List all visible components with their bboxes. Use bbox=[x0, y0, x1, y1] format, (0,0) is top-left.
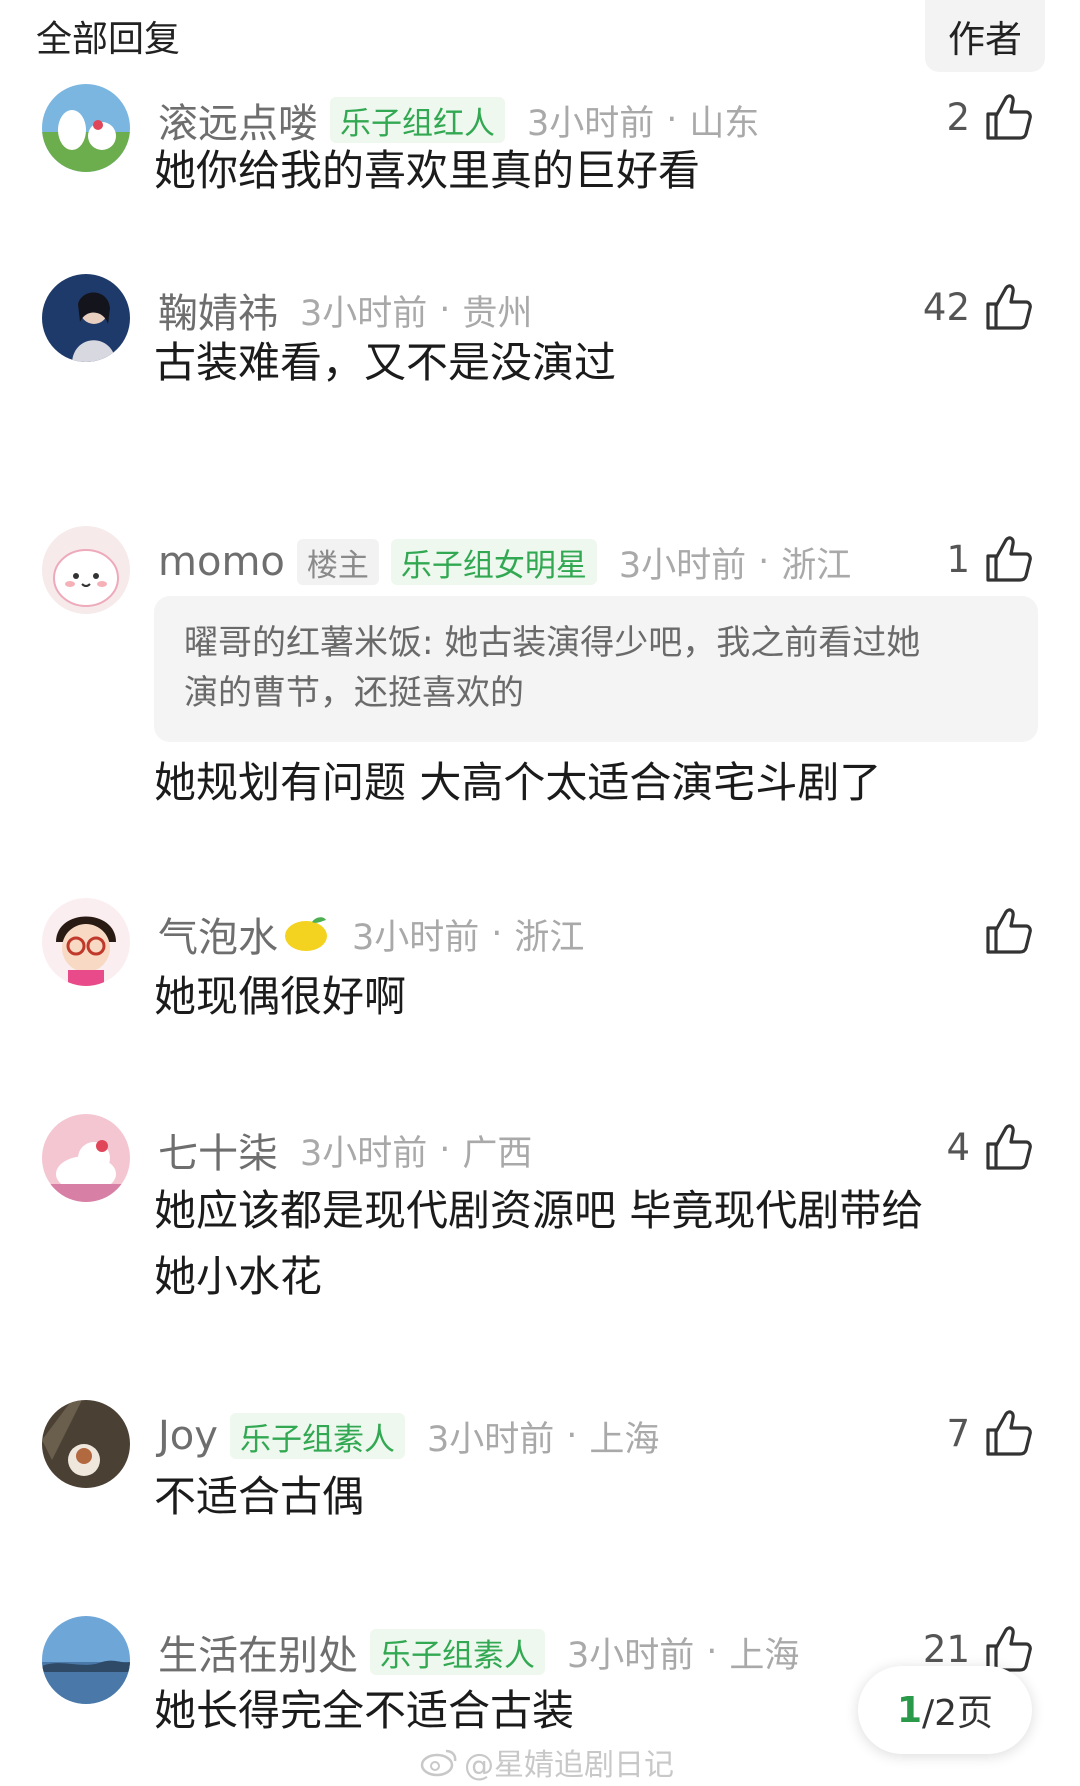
avatar[interactable] bbox=[42, 1616, 130, 1704]
avatar[interactable] bbox=[42, 84, 130, 172]
comment-text: 她现偶很好啊 bbox=[154, 972, 407, 1021]
separator: · bbox=[758, 542, 770, 582]
avatar[interactable] bbox=[42, 1114, 130, 1202]
comment-text-line: 她应该都是现代剧资源吧 毕竟现代剧带给 bbox=[154, 1186, 924, 1235]
comment-text: 她应该都是现代剧资源吧 毕竟现代剧带给 她小水花 bbox=[154, 1178, 1024, 1310]
thumbs-up-icon bbox=[986, 536, 1032, 582]
page-indicator[interactable]: 1 /2页 bbox=[858, 1666, 1032, 1754]
current-page: 1 bbox=[896, 1689, 922, 1731]
timestamp: 3小时前 bbox=[618, 545, 747, 586]
user-badge: 乐子组红人 bbox=[330, 97, 505, 143]
comment-meta: 七十柒 3小时前 · 广西 bbox=[158, 1121, 533, 1179]
location: 上海 bbox=[729, 1635, 800, 1676]
page-title: 全部回复 bbox=[36, 19, 181, 60]
comment-meta: 鞠婧祎 3小时前 · 贵州 bbox=[158, 284, 533, 337]
thumbs-up-icon bbox=[986, 1410, 1032, 1456]
like-button[interactable]: 1 bbox=[946, 532, 1032, 586]
location: 浙江 bbox=[514, 917, 585, 958]
username[interactable]: 生活在别处 bbox=[158, 1623, 358, 1681]
quote-line: 曜哥的红薯米饭: 她古装演得少吧，我之前看过她 bbox=[184, 623, 921, 663]
like-count: 4 bbox=[946, 1125, 970, 1169]
replies-header: 全部回复 作者 bbox=[0, 0, 1080, 72]
thumbs-up-icon bbox=[986, 1124, 1032, 1170]
username[interactable]: 气泡水 bbox=[158, 905, 278, 963]
timestamp: 3小时前 bbox=[300, 1133, 428, 1174]
username[interactable]: momo bbox=[158, 539, 285, 585]
like-count: 1 bbox=[946, 537, 970, 581]
username[interactable]: 七十柒 bbox=[158, 1121, 278, 1179]
separator: · bbox=[439, 1130, 451, 1170]
comment-text: 不适合古偶 bbox=[154, 1472, 365, 1521]
comment-meta: 气泡水 3小时前 · 浙江 bbox=[158, 905, 585, 963]
comment-text: 古装难看，又不是没演过 bbox=[154, 338, 617, 387]
user-badge: 乐子组素人 bbox=[370, 1629, 545, 1675]
thumbs-up-icon bbox=[986, 284, 1032, 330]
avatar[interactable] bbox=[42, 898, 130, 986]
watermark: @星婧追剧日记 bbox=[420, 1740, 674, 1784]
comment-meta: momo 楼主 乐子组女明星 3小时前 · 浙江 bbox=[158, 536, 851, 588]
like-count: 42 bbox=[922, 285, 970, 329]
author-filter-button[interactable]: 作者 bbox=[925, 0, 1045, 72]
timestamp: 3小时前 bbox=[567, 1635, 695, 1676]
user-badge: 乐子组女明星 bbox=[390, 539, 597, 585]
location: 贵州 bbox=[462, 293, 533, 334]
location: 浙江 bbox=[781, 545, 852, 586]
comment-text: 她你给我的喜欢里真的巨好看 bbox=[154, 146, 701, 195]
weibo-logo-icon bbox=[420, 1749, 457, 1777]
separator: · bbox=[491, 914, 503, 954]
like-count: 2 bbox=[946, 95, 970, 139]
like-button[interactable] bbox=[984, 904, 1032, 958]
timestamp: 3小时前 bbox=[352, 917, 480, 958]
user-badge: 乐子组素人 bbox=[229, 1413, 405, 1459]
watermark-text: @星婧追剧日记 bbox=[464, 1748, 674, 1783]
quote-line: 演的曹节，还挺喜欢的 bbox=[184, 673, 524, 713]
location: 上海 bbox=[589, 1419, 660, 1460]
timestamp: 3小时前 bbox=[426, 1419, 555, 1460]
comment-text-line: 她小水花 bbox=[154, 1252, 323, 1301]
like-button[interactable]: 42 bbox=[923, 280, 1032, 334]
like-count: 21 bbox=[922, 1627, 970, 1671]
like-button[interactable]: 2 bbox=[946, 90, 1032, 144]
avatar[interactable] bbox=[42, 274, 130, 362]
username[interactable]: Joy bbox=[158, 1413, 218, 1459]
comment-meta: Joy 乐子组素人 3小时前 · 上海 bbox=[158, 1410, 659, 1462]
like-count: 7 bbox=[946, 1411, 970, 1455]
timestamp: 3小时前 bbox=[300, 293, 428, 334]
total-pages: /2页 bbox=[922, 1693, 994, 1734]
quoted-reply[interactable]: 曜哥的红薯米饭: 她古装演得少吧，我之前看过她 演的曹节，还挺喜欢的 bbox=[154, 596, 1038, 742]
separator: · bbox=[439, 290, 451, 330]
separator: · bbox=[666, 100, 678, 140]
separator: · bbox=[566, 1416, 578, 1456]
thumbs-up-icon bbox=[986, 94, 1032, 140]
thumbs-up-icon bbox=[986, 908, 1032, 954]
like-button[interactable]: 4 bbox=[946, 1120, 1032, 1174]
like-button[interactable]: 7 bbox=[946, 1406, 1032, 1460]
comment-text: 她规划有问题 大高个太适合演宅斗剧了 bbox=[154, 758, 882, 807]
separator: · bbox=[706, 1632, 718, 1672]
avatar[interactable] bbox=[42, 526, 130, 614]
lemon-emoji-icon bbox=[285, 917, 327, 951]
comment-meta: 生活在别处 乐子组素人 3小时前 · 上海 bbox=[158, 1623, 800, 1681]
location: 广西 bbox=[462, 1133, 533, 1174]
avatar[interactable] bbox=[42, 1400, 130, 1488]
op-badge: 楼主 bbox=[296, 539, 379, 585]
